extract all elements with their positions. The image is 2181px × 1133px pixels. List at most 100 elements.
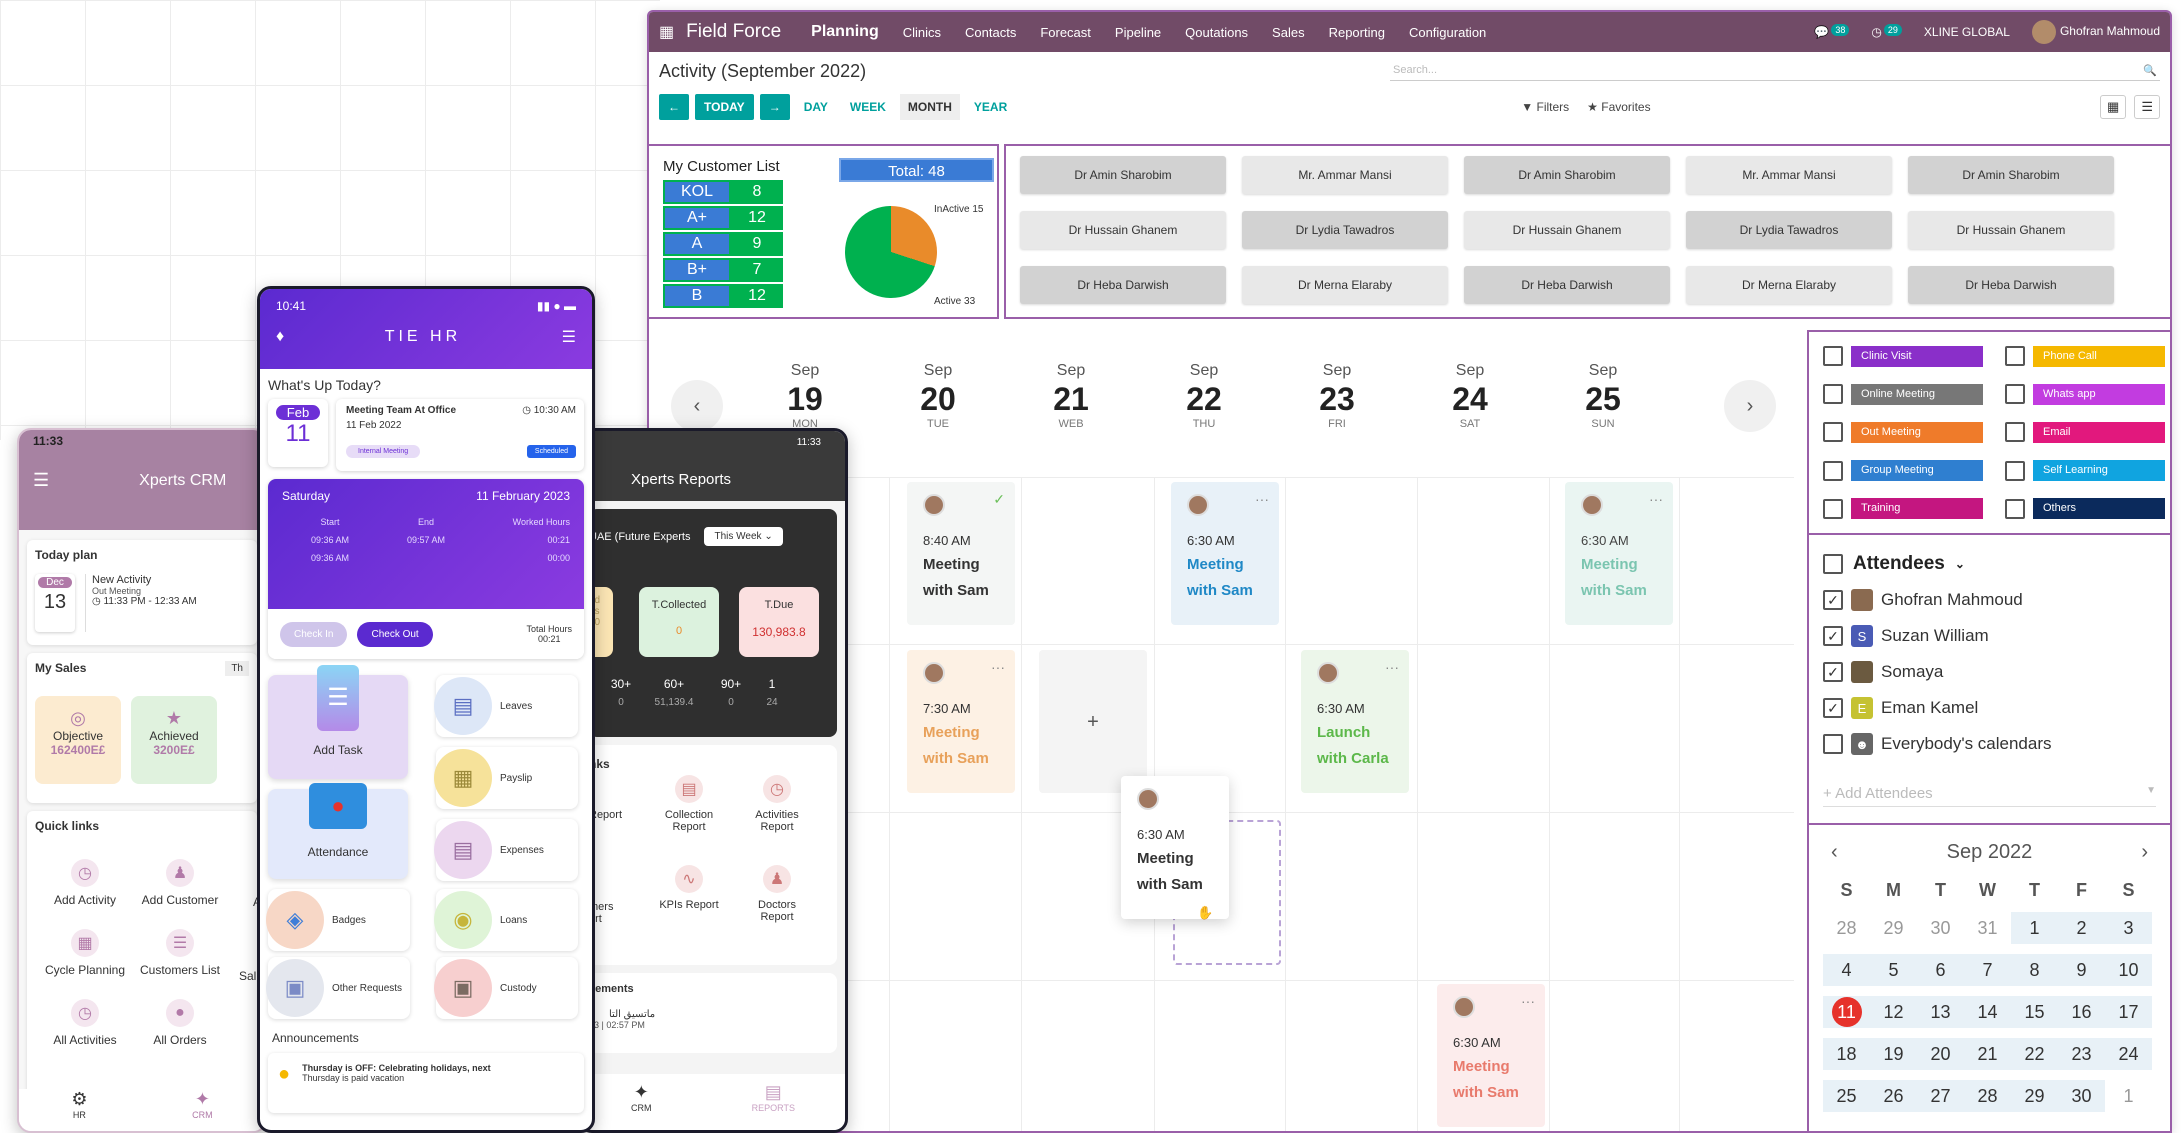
day-cell[interactable]: 17 xyxy=(2105,996,2152,1028)
activity-type-checkbox[interactable] xyxy=(1823,422,1843,443)
activity-type-row[interactable]: Email xyxy=(2005,420,2170,444)
more-icon[interactable]: ··· xyxy=(1255,488,1269,512)
doctor-button[interactable]: Dr Heba Darwish xyxy=(1464,266,1670,304)
event-card[interactable]: ··· 6:30 AM Launch with Carla xyxy=(1301,650,1409,793)
add-attendees-input[interactable]: + Add Attendees ▼ xyxy=(1823,785,2156,807)
apps-grid-icon[interactable]: ▦ xyxy=(659,22,674,42)
hamburger-icon[interactable]: ☰ xyxy=(33,470,49,491)
day-cell[interactable]: 6 xyxy=(1917,954,1964,986)
activity-type-checkbox[interactable] xyxy=(2005,460,2025,481)
doctor-button[interactable]: Mr. Ammar Mansi xyxy=(1242,156,1448,194)
day-cell[interactable]: 29 xyxy=(1870,912,1917,944)
event-card[interactable]: ··· 7:30 AM Meeting with Sam xyxy=(907,650,1015,793)
activity-type-checkbox[interactable] xyxy=(1823,498,1843,519)
next-month-button[interactable]: › xyxy=(2141,841,2148,864)
activity-type-row[interactable]: Whats app xyxy=(2005,382,2170,406)
custody-tile[interactable]: ▣ Custody xyxy=(434,957,578,1019)
add-task-tile[interactable]: ☰ Add Task xyxy=(268,665,408,779)
meeting-card[interactable]: Meeting Team At Office ◷ 10:30 AM 11 Feb… xyxy=(336,399,584,471)
menu-icon[interactable]: ☰ xyxy=(562,327,576,347)
leaves-tile[interactable]: ▤ Leaves xyxy=(434,675,578,737)
activity-type-row[interactable]: Others xyxy=(2005,497,2170,521)
user-menu[interactable]: Ghofran Mahmoud xyxy=(2031,20,2160,44)
day-cell[interactable]: 30 xyxy=(1917,912,1964,944)
attendee-checkbox[interactable]: ✓ xyxy=(1823,626,1843,646)
day-cell[interactable]: 28 xyxy=(1823,912,1870,944)
favorites-button[interactable]: ★ Favorites xyxy=(1587,100,1650,114)
doctor-button[interactable]: Dr Lydia Tawadros xyxy=(1686,211,1892,249)
collected-tile[interactable]: T.Collected 0 xyxy=(639,587,719,657)
check-out-button[interactable]: Check Out xyxy=(357,621,433,647)
doctors-report-link[interactable]: ♟ Doctors Report xyxy=(727,865,827,923)
filters-button[interactable]: ▼ Filters xyxy=(1521,100,1569,114)
due-tile[interactable]: T.Due 130,983.8 xyxy=(739,587,819,657)
day-cell[interactable]: 3 xyxy=(2105,912,2152,944)
doctor-button[interactable]: Dr Heba Darwish xyxy=(1908,266,2114,304)
event-card[interactable]: ✓ 8:40 AM Meeting with Sam xyxy=(907,482,1015,625)
day-cell[interactable]: 7 xyxy=(1964,954,2011,986)
activity-type-row[interactable]: Self Learning xyxy=(2005,459,2170,483)
day-cell[interactable]: 19 xyxy=(1870,1038,1917,1070)
day-header[interactable]: Sep 19 MON xyxy=(765,362,845,430)
search-input[interactable]: Search... 🔍 xyxy=(1390,61,2160,81)
day-header[interactable]: Sep 25 SUN xyxy=(1563,362,1643,430)
other-requests-tile[interactable]: ▣ Other Requests xyxy=(266,957,410,1019)
today-button[interactable]: TODAY xyxy=(695,94,754,120)
more-icon[interactable]: ··· xyxy=(1521,990,1535,1014)
menu-pipeline[interactable]: Pipeline xyxy=(1115,25,1161,40)
activity-type-checkbox[interactable] xyxy=(1823,384,1843,405)
day-header[interactable]: Sep 20 TUE xyxy=(898,362,978,430)
attendee-row[interactable]: ✓ Ghofran Mahmoud xyxy=(1823,589,2156,611)
activity-type-checkbox[interactable] xyxy=(1823,460,1843,481)
menu-forecast[interactable]: Forecast xyxy=(1040,25,1091,40)
more-icon[interactable]: ··· xyxy=(1649,488,1663,512)
attendee-checkbox[interactable]: ✓ xyxy=(1823,662,1843,682)
next-button[interactable]: → xyxy=(759,94,790,120)
event-card[interactable]: ··· 6:30 AM Meeting with Sam xyxy=(1437,984,1545,1127)
more-icon[interactable]: ··· xyxy=(1385,656,1399,680)
quick-link-customers-list[interactable]: ☰ Customers List xyxy=(130,929,230,977)
view-year[interactable]: YEAR xyxy=(966,94,1015,120)
loans-tile[interactable]: ◉ Loans xyxy=(434,889,578,951)
objective-tile[interactable]: ◎ Objective 162400E£ xyxy=(35,696,121,784)
menu-sales[interactable]: Sales xyxy=(1272,25,1305,40)
attendee-row[interactable]: ✓ E Eman Kamel xyxy=(1823,697,2156,719)
calendar-view-icon[interactable]: ▦ xyxy=(2100,95,2127,119)
bell-icon[interactable]: ♦ xyxy=(276,328,284,346)
achieved-tile[interactable]: ★ Achieved 3200E£ xyxy=(131,696,217,784)
day-cell[interactable]: 9 xyxy=(2058,954,2105,986)
menu-contacts[interactable]: Contacts xyxy=(965,25,1016,40)
day-cell[interactable]: 16 xyxy=(2058,996,2105,1028)
badges-tile[interactable]: ◈ Badges xyxy=(266,889,410,951)
attendees-checkbox[interactable] xyxy=(1823,554,1843,574)
dragged-event-card[interactable]: 6:30 AM Meeting with Sam ✋ xyxy=(1121,776,1229,920)
nav-reports[interactable]: ▤ REPORTS xyxy=(752,1082,795,1130)
day-cell[interactable]: 18 xyxy=(1823,1038,1870,1070)
attendance-tile[interactable]: ● Attendance xyxy=(268,783,408,879)
activity-type-checkbox[interactable] xyxy=(2005,422,2025,443)
activity-type-checkbox[interactable] xyxy=(2005,346,2025,367)
check-in-button[interactable]: Check In xyxy=(280,621,348,647)
day-cell[interactable]: 22 xyxy=(2011,1038,2058,1070)
doctor-button[interactable]: Dr Amin Sharobim xyxy=(1908,156,2114,194)
menu-clinics[interactable]: Clinics xyxy=(903,25,941,40)
day-cell[interactable]: 25 xyxy=(1823,1080,1870,1112)
view-week[interactable]: WEEK xyxy=(842,94,894,120)
day-cell[interactable]: 1 xyxy=(2011,912,2058,944)
list-view-icon[interactable]: ☰ xyxy=(2134,95,2160,119)
day-cell[interactable]: 8 xyxy=(2011,954,2058,986)
doctor-button[interactable]: Dr Amin Sharobim xyxy=(1464,156,1670,194)
activity-type-row[interactable]: Phone Call xyxy=(2005,344,2170,368)
day-cell[interactable]: 5 xyxy=(1870,954,1917,986)
day-cell[interactable]: 2 xyxy=(2058,912,2105,944)
prev-month-button[interactable]: ‹ xyxy=(1831,841,1838,864)
nav-crm[interactable]: ✦ CRM xyxy=(192,1089,213,1131)
nav-crm[interactable]: ✦ CRM xyxy=(631,1082,652,1130)
quick-link-cycle-planning[interactable]: ▦ Cycle Planning xyxy=(35,929,135,977)
app-brand[interactable]: Field Force xyxy=(686,21,781,43)
company-switcher[interactable]: XLINE GLOBAL xyxy=(1924,25,2010,39)
activity-item[interactable]: New Activity Out Meeting ◷ 11:33 PM - 12… xyxy=(85,574,197,632)
prev-week-button[interactable]: ‹ xyxy=(671,380,723,432)
day-header[interactable]: Sep 23 FRI xyxy=(1297,362,1377,430)
day-cell[interactable]: 12 xyxy=(1870,996,1917,1028)
